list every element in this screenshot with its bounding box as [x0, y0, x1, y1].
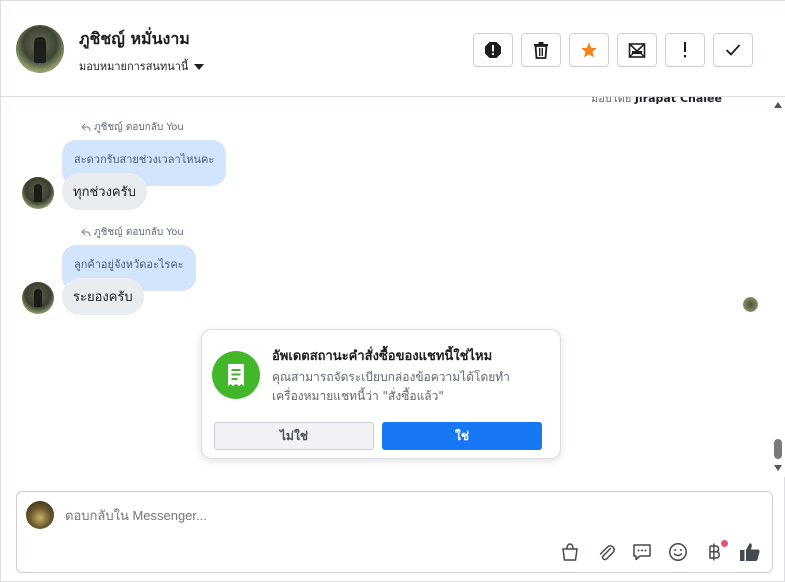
delete-button[interactable]: [521, 33, 561, 67]
trash-icon: [534, 42, 548, 59]
mark-unread-icon: [628, 43, 646, 58]
scroll-up-arrow-icon[interactable]: [774, 102, 782, 108]
scrollbar-thumb[interactable]: [774, 439, 782, 459]
reply-input[interactable]: [65, 508, 665, 523]
shopping-bag-button[interactable]: [558, 540, 582, 564]
star-button[interactable]: [569, 33, 609, 67]
follow-up-button[interactable]: [665, 33, 705, 67]
alert-circle-icon: [485, 42, 501, 58]
reply-arrow-icon: [81, 123, 91, 132]
like-button[interactable]: [738, 540, 762, 564]
message-bubble[interactable]: ระยองครับ: [62, 278, 144, 315]
sender-avatar: [22, 282, 54, 314]
no-button[interactable]: ไม่ใช่: [214, 422, 374, 450]
assignment-note-prefix: มอบโดย: [591, 97, 632, 105]
reply-label: ภูชิชญ์ ตอบกลับ You: [81, 225, 184, 240]
receipt-icon: [212, 351, 260, 399]
attach-file-button[interactable]: [594, 540, 618, 564]
notification-dot: [721, 540, 728, 547]
mark-unread-button[interactable]: [617, 33, 657, 67]
mark-spam-button[interactable]: [473, 33, 513, 67]
prompt-description: คุณสามารถจัดระเบียบกล่องข้อความได้โดยทำเ…: [272, 370, 510, 403]
star-icon: [581, 42, 597, 58]
paperclip-icon: [599, 545, 615, 561]
exclamation-icon: [684, 42, 686, 58]
sender-avatar: [22, 177, 54, 209]
mark-done-button[interactable]: [713, 33, 753, 67]
assign-conversation-dropdown[interactable]: มอบหมายการสนทนานี้: [79, 57, 205, 75]
assign-label: มอบหมายการสนทนานี้: [79, 60, 189, 73]
scroll-down-arrow-icon[interactable]: [774, 465, 782, 471]
contact-name[interactable]: ภูชิชญ์ หมั่นงาม: [79, 27, 190, 52]
thread-scrollbar[interactable]: [771, 97, 785, 477]
thumbs-up-icon: [740, 543, 760, 561]
payment-button[interactable]: [702, 540, 728, 564]
saved-reply-icon: [633, 544, 651, 561]
assignment-note-name: Jirapat Chalee: [634, 97, 722, 105]
reply-composer: [16, 491, 773, 573]
contact-avatar[interactable]: [16, 25, 64, 73]
reply-label-text: ภูชิชญ์ ตอบกลับ You: [94, 227, 184, 238]
saved-reply-button[interactable]: [630, 540, 654, 564]
emoji-icon: [669, 543, 687, 561]
reply-label: ภูชิชญ์ ตอบกลับ You: [81, 120, 184, 135]
order-status-prompt: อัพเดตสถานะคำสั่งซื้อของแชทนี้ใช่ไหม คุณ…: [201, 329, 561, 459]
caret-down-icon: [194, 63, 205, 70]
message-bubble[interactable]: ทุกช่วงครับ: [62, 173, 147, 210]
conversation-header: ภูชิชญ์ หมั่นงาม มอบหมายการสนทนานี้: [1, 1, 785, 97]
assignment-note: มอบโดย Jirapat Chalee: [591, 97, 722, 107]
reply-label-text: ภูชิชญ์ ตอบกลับ You: [94, 122, 184, 133]
emoji-button[interactable]: [666, 540, 690, 564]
yes-button[interactable]: ใช่: [382, 422, 542, 450]
prompt-title: อัพเดตสถานะคำสั่งซื้อของแชทนี้ใช่ไหม: [272, 349, 493, 364]
seen-indicator-avatar: [743, 297, 758, 312]
check-icon: [725, 44, 741, 56]
inbox-conversation-panel: ภูชิชญ์ หมั่นงาม มอบหมายการสนทนานี้ มอบโ…: [0, 0, 785, 582]
page-avatar: [26, 501, 54, 529]
shopping-bag-icon: [562, 543, 578, 561]
reply-arrow-icon: [81, 228, 91, 237]
